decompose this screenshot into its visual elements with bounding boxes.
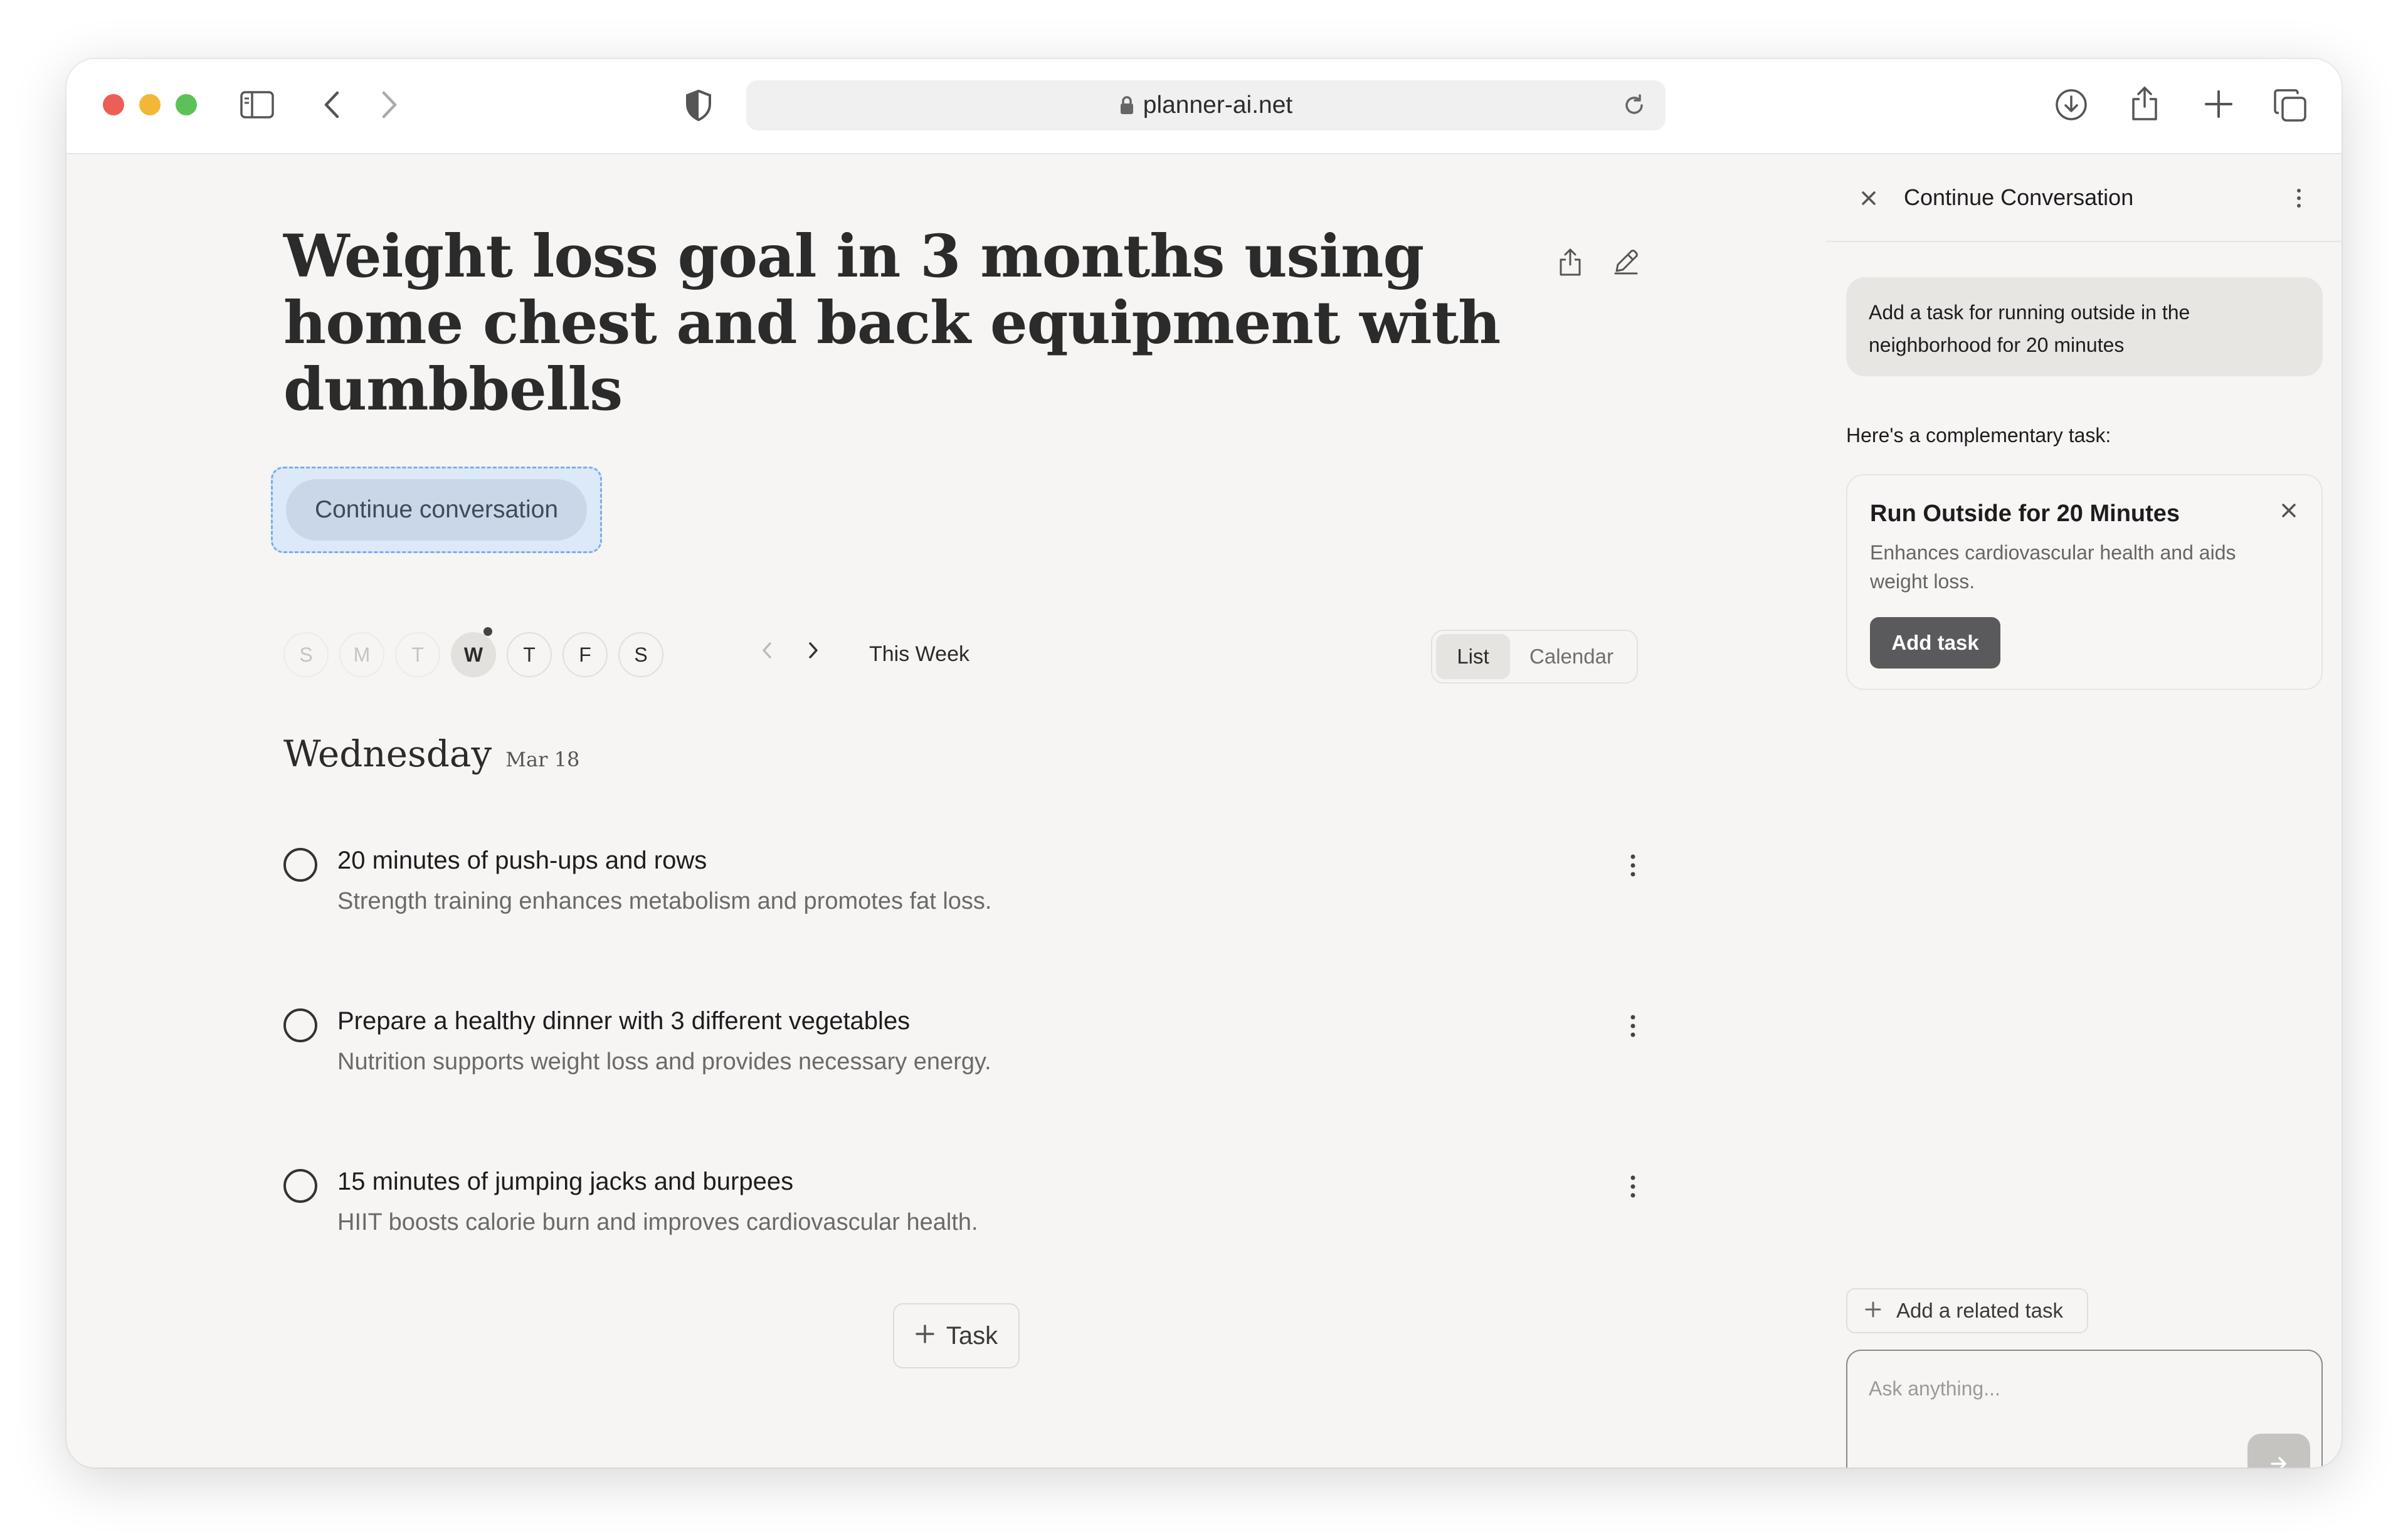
close-window-button[interactable] [103, 94, 124, 115]
panel-title: Continue Conversation [1904, 184, 2134, 210]
task-checkbox[interactable] [283, 1169, 317, 1203]
chat-input-box [1846, 1350, 2323, 1468]
assistant-message: Here's a complementary task: [1846, 424, 2111, 447]
day-name: Wednesday [283, 732, 492, 775]
day-saturday[interactable]: S [618, 632, 663, 677]
plus-icon [915, 1322, 935, 1350]
task-description: HIIT boosts calorie burn and improves ca… [337, 1209, 978, 1235]
lock-icon [1119, 95, 1134, 115]
chevron-left-icon[interactable] [760, 638, 774, 662]
task-title[interactable]: Prepare a healthy dinner with 3 differen… [337, 1007, 910, 1035]
zoom-window-button[interactable] [176, 94, 197, 115]
plan-main-area: Weight loss goal in 3 months using home … [66, 154, 1826, 1468]
related-task-label: Add a related task [1896, 1299, 2063, 1322]
day-monday[interactable]: M [339, 632, 384, 677]
day-heading: Wednesday Mar 18 [283, 732, 579, 775]
tab-list[interactable]: List [1436, 634, 1510, 679]
page-title: Weight loss goal in 3 months using home … [283, 222, 1501, 424]
browser-toolbar: planner-ai.net [66, 59, 2342, 154]
address-bar[interactable]: planner-ai.net [746, 80, 1666, 130]
day-thursday[interactable]: T [507, 632, 552, 677]
chevron-right-icon[interactable] [806, 638, 820, 662]
user-message: Add a task for running outside in the ne… [1846, 277, 2323, 376]
arrow-right-icon [2271, 1457, 2286, 1468]
more-vertical-icon[interactable] [1628, 1012, 1638, 1043]
share-icon[interactable] [1558, 247, 1583, 280]
sidebar-icon[interactable] [240, 90, 275, 119]
new-tab-icon[interactable] [2204, 89, 2234, 119]
close-icon[interactable] [1860, 189, 1877, 210]
task-title[interactable]: 20 minutes of push-ups and rows [337, 847, 707, 875]
conversation-panel: Continue Conversation Add a task for run… [1826, 154, 2342, 1468]
day-tuesday[interactable]: T [395, 632, 440, 677]
day-friday[interactable]: F [562, 632, 608, 677]
ask-input[interactable] [1869, 1370, 2245, 1407]
more-vertical-icon[interactable] [2295, 187, 2303, 213]
suggested-task-card: Run Outside for 20 Minutes Enhances card… [1846, 474, 2323, 690]
tabs-icon[interactable] [2273, 88, 2308, 123]
task-checkbox[interactable] [283, 1008, 317, 1042]
add-task-label: Task [946, 1321, 998, 1350]
url-text: planner-ai.net [1143, 92, 1293, 119]
panel-header: Continue Conversation [1826, 154, 2342, 242]
continue-conversation-button[interactable]: Continue conversation [286, 479, 587, 541]
close-icon[interactable] [2280, 502, 2298, 522]
add-suggested-task-button[interactable]: Add task [1870, 617, 2000, 669]
view-toggle: List Calendar [1431, 630, 1638, 684]
back-icon[interactable] [322, 90, 341, 119]
week-label: This Week [869, 642, 969, 666]
title-actions [1558, 247, 1640, 280]
add-task-button[interactable]: Task [893, 1303, 1020, 1368]
task-item: 15 minutes of jumping jacks and burpees … [283, 1165, 1638, 1259]
tab-calendar[interactable]: Calendar [1510, 634, 1633, 679]
task-description: Nutrition supports weight loss and provi… [337, 1049, 991, 1075]
suggestion-description: Enhances cardiovascular health and aids … [1870, 541, 2236, 593]
day-wednesday[interactable]: W [451, 627, 496, 677]
shield-icon[interactable] [685, 89, 712, 122]
send-button[interactable] [2247, 1434, 2310, 1468]
forward-icon[interactable] [380, 90, 399, 119]
suggestion-title: Run Outside for 20 Minutes [1870, 500, 2180, 527]
today-indicator [483, 627, 492, 636]
task-description: Strength training enhances metabolism an… [337, 888, 992, 914]
day-date: Mar 18 [505, 748, 580, 771]
task-checkbox[interactable] [283, 848, 317, 882]
more-vertical-icon[interactable] [1628, 1173, 1638, 1203]
share-icon[interactable] [2130, 84, 2160, 122]
minimize-window-button[interactable] [139, 94, 161, 115]
more-vertical-icon[interactable] [1628, 852, 1638, 882]
browser-window: planner-ai.net Weight loss goal in 3 mon… [66, 59, 2342, 1468]
download-icon[interactable] [2054, 88, 2088, 122]
task-item: 20 minutes of push-ups and rows Strength… [283, 844, 1638, 938]
week-selector: S M T W T F S This Week List Calendar [283, 627, 1638, 684]
reload-icon[interactable] [1622, 93, 1647, 121]
task-item: Prepare a healthy dinner with 3 differen… [283, 1005, 1638, 1099]
task-title[interactable]: 15 minutes of jumping jacks and burpees [337, 1168, 793, 1196]
day-label: W [463, 643, 483, 666]
plus-icon [1865, 1299, 1881, 1323]
edit-icon[interactable] [1612, 247, 1640, 280]
add-related-task-button[interactable]: Add a related task [1846, 1288, 2088, 1333]
day-sunday[interactable]: S [283, 632, 329, 677]
